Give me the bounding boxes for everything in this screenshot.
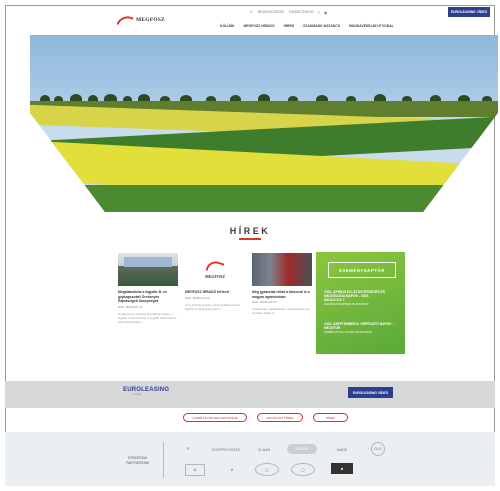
- partners-section: STRATÉGIAI PARTNEREINK ⛨ KÖZÉPKUTATÁS CLA…: [5, 432, 495, 486]
- partner-logo-oval-icon[interactable]: ◯: [291, 463, 315, 476]
- news-title[interactable]: MEGFOSZ HÍRADÓ Hírlevél: [185, 290, 245, 295]
- register-link[interactable]: REGISZTRÁCIÓ: [289, 10, 313, 14]
- news-date: 2022. MÁRCIUS 11.: [118, 304, 144, 309]
- euroleasing-video-button[interactable]: EUROLEASING VÍDEÓ: [348, 387, 393, 398]
- logo-mark-icon: [116, 12, 134, 30]
- search-icon[interactable]: ⌕: [250, 9, 253, 15]
- event-item[interactable]: 2022. ÁPRILIS ELLÁTÁSTERVEZÉS ÉS MEZŐGAZ…: [324, 290, 398, 306]
- logo-text: MEGFOSZ: [136, 17, 165, 23]
- news-section-title: HÍREK: [0, 226, 500, 240]
- partner-logo[interactable]: DEERE: [287, 444, 317, 454]
- nav-item-hirek[interactable]: HÍREK: [284, 24, 295, 28]
- partner-logo-tractor-icon[interactable]: ⚙: [185, 464, 205, 476]
- sponsor-band: EUROLEASING Lízing EUROLEASING VÍDEÓ: [5, 381, 495, 408]
- archived-news-button[interactable]: ARCHIVÁLT HÍREK: [257, 413, 303, 422]
- site-logo[interactable]: MEGFOSZ: [116, 12, 165, 30]
- nav-item-hirado[interactable]: MEGFOSZ HÍRADÓ: [244, 24, 275, 28]
- news-card[interactable]: Még gyakoriak lettek a faluszoti is a ma…: [252, 253, 312, 315]
- euroleasing-logo[interactable]: EUROLEASING Lízing: [123, 387, 169, 396]
- euroleasing-top-button[interactable]: EUROLEASING VÍDEÓ: [448, 7, 490, 17]
- news-button[interactable]: HÍREK: [313, 413, 348, 422]
- top-utility-bar: ⌕ BEJELENTKEZÉS REGISZTRÁCIÓ f ▶ EUROLEA…: [250, 7, 490, 17]
- login-link[interactable]: BEJELENTKEZÉS: [258, 10, 285, 14]
- main-nav: KÖLÜNK MEGFOSZ HÍRADÓ HÍREK SZAKMÁNK MAT…: [220, 24, 394, 28]
- news-excerpt: Gépkezelő és műszaki kezelőként kellően,…: [118, 311, 177, 324]
- nav-item-kolunk[interactable]: KÖLÜNK: [220, 24, 235, 28]
- page: ⌕ BEJELENTKEZÉS REGISZTRÁCIÓ f ▶ EUROLEA…: [0, 0, 500, 491]
- news-image[interactable]: [252, 253, 312, 286]
- partner-logo[interactable]: CLAAS: [251, 445, 277, 454]
- partner-logo-shield-icon[interactable]: ⛨: [181, 442, 195, 456]
- news-card[interactable]: MEGFOSZ MEGFOSZ HÍRADÓ Hírlevél 2022. MÁ…: [185, 253, 245, 311]
- news-excerpt: Gépkezelés, foglalkoztatás, munkavédelem…: [252, 307, 310, 316]
- facebook-icon[interactable]: f: [318, 10, 319, 15]
- youtube-icon[interactable]: ▶: [324, 10, 327, 15]
- more-news-button[interactable]: ÚJABB 16 HÍR MEGTEKINTÉSE: [183, 413, 247, 422]
- nav-item-szakmank[interactable]: SZAKMÁNK MATANCS: [303, 24, 340, 28]
- news-title[interactable]: Megalakultunk a legjobb 3L és gépkapcsol…: [118, 290, 178, 304]
- partner-logo-dark-icon[interactable]: ■: [331, 463, 353, 474]
- news-date: 2022. MÁRCIUS 02.: [252, 300, 278, 305]
- hero-image: [30, 35, 498, 212]
- news-image[interactable]: MEGFOSZ: [185, 253, 245, 286]
- event-calendar-button[interactable]: ESEMÉNYNAPTÁR: [328, 262, 396, 278]
- news-date: 2022. MÁRCIUS 09.: [185, 295, 211, 300]
- news-card[interactable]: Megalakultunk a legjobb 3L és gépkapcsol…: [118, 253, 178, 324]
- partner-logo[interactable]: KÖZÉPKUTATÁS: [211, 446, 241, 454]
- partner-logo-oval-icon[interactable]: ◯: [255, 463, 279, 476]
- partner-logo[interactable]: DLG: [371, 442, 385, 456]
- nav-item-munkavedelem[interactable]: MUNKAVÉDELMI ÚTVONAL: [349, 24, 394, 28]
- partner-logo[interactable]: MADE: [327, 446, 357, 454]
- partner-logo-wheat-icon[interactable]: ❦: [223, 465, 241, 474]
- event-item[interactable]: 2022. SZEPTEMBER 8. GÉPÉSZETI NAPOK - ME…: [324, 322, 398, 334]
- news-title[interactable]: Még gyakoriak lettek a faluszoti is a ma…: [252, 290, 312, 299]
- news-excerpt: Az új hírlevél szerint a gépkezelőkkel l…: [185, 302, 241, 311]
- news-image[interactable]: [118, 253, 178, 286]
- partners-label: STRATÉGIAI PARTNEREINK: [126, 456, 150, 465]
- event-calendar-panel: ESEMÉNYNAPTÁR 2022. ÁPRILIS ELLÁTÁSTERVE…: [316, 252, 405, 354]
